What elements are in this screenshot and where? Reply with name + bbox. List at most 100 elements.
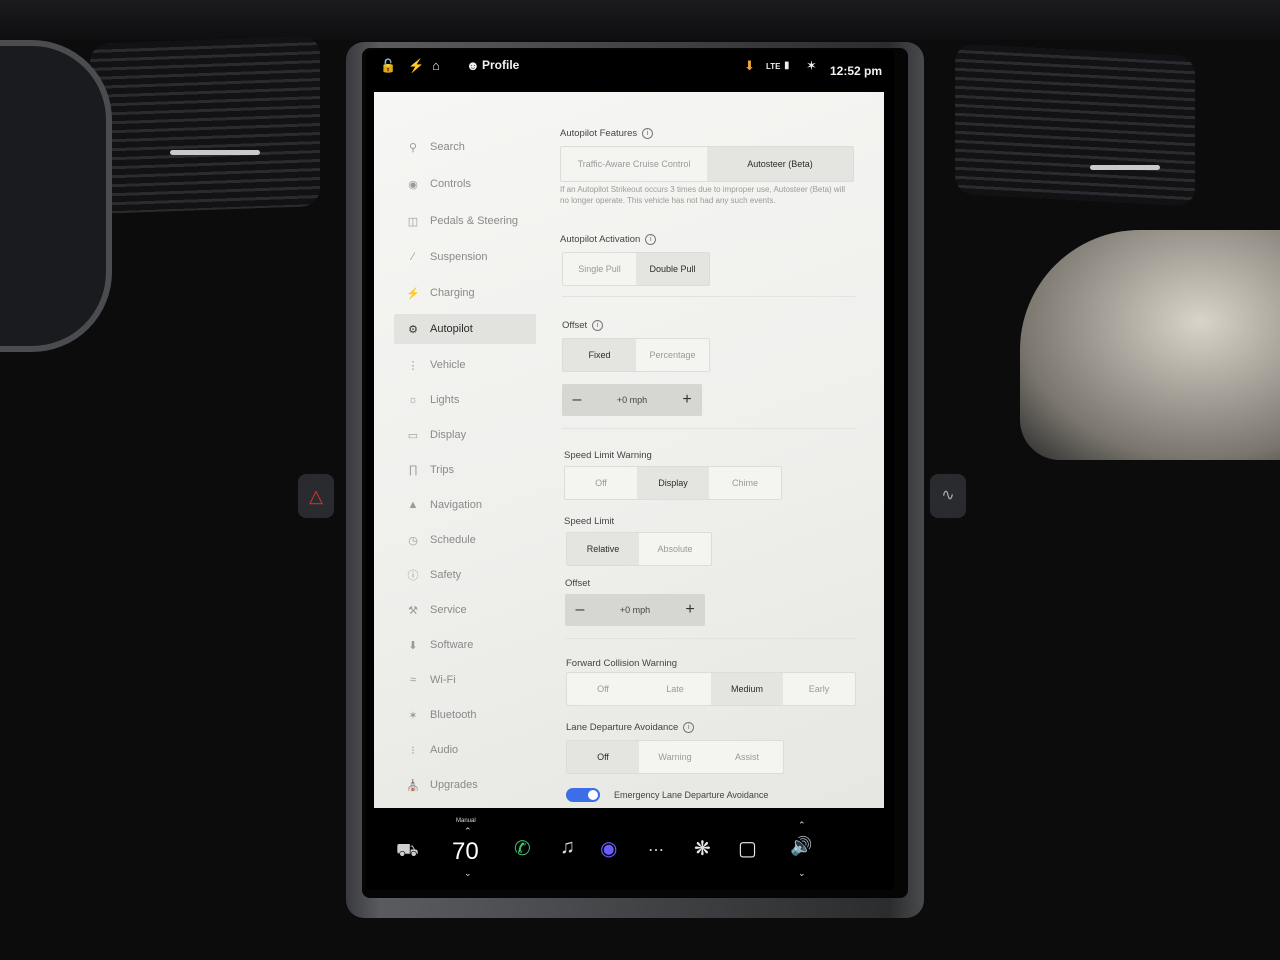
decrement-button[interactable]: – xyxy=(565,601,595,619)
wifi-icon: ≈ xyxy=(409,674,417,686)
sidebar-item-display[interactable]: ▭ Display xyxy=(394,420,536,450)
seat-heater-icon[interactable]: ▢ xyxy=(738,836,757,861)
temp-up-icon[interactable]: ⌃ xyxy=(464,826,472,837)
option-traffic-aware-cruise-control[interactable]: Traffic-Aware Cruise Control xyxy=(561,147,707,181)
option-single-pull[interactable]: Single Pull xyxy=(563,253,636,285)
option-warning[interactable]: Warning xyxy=(639,741,711,773)
autopilot-activation-selector: Single Pull Double Pull xyxy=(562,252,710,286)
divider xyxy=(565,638,857,639)
option-off[interactable]: Off xyxy=(565,467,637,499)
car-icon[interactable]: ⛟ xyxy=(396,840,419,864)
forward-collision-heading: Forward Collision Warning xyxy=(566,658,678,669)
autopilot-features-selector: Traffic-Aware Cruise Control Autosteer (… xyxy=(560,146,854,182)
decrement-button[interactable]: – xyxy=(562,391,592,409)
option-chime[interactable]: Chime xyxy=(709,467,781,499)
offset2-heading: Offset xyxy=(565,578,591,589)
status-bar: 🔓 ⚡ ⌂ ☻ Profile ⬇ LTE ▮ ✶ 12:52 pm xyxy=(366,50,894,90)
sidebar-item-label: Controls xyxy=(430,178,471,190)
option-percentage[interactable]: Percentage xyxy=(636,339,709,371)
camera-icon[interactable]: ◉ xyxy=(600,836,617,861)
sidebar-item-upgrades[interactable]: ⛪ Upgrades xyxy=(394,770,536,800)
fan-icon[interactable]: ❋ xyxy=(694,836,711,861)
increment-button[interactable]: + xyxy=(672,391,702,409)
glovebox-button[interactable]: ∿ xyxy=(930,474,966,518)
offset-heading: Offset i xyxy=(562,320,604,331)
sun-icon: ☼ xyxy=(407,394,419,406)
temp-down-icon[interactable]: ⌄ xyxy=(464,868,472,879)
option-early[interactable]: Early xyxy=(783,673,855,705)
option-off[interactable]: Off xyxy=(567,673,639,705)
info-icon[interactable]: i xyxy=(645,234,657,245)
sidebar-item-vehicle[interactable]: ⋮ Vehicle xyxy=(394,350,536,380)
clock-icon: ◷ xyxy=(408,534,418,547)
increment-button[interactable]: + xyxy=(675,601,705,619)
option-medium[interactable]: Medium xyxy=(711,673,783,705)
info-icon[interactable]: i xyxy=(592,320,604,331)
info-icon[interactable]: i xyxy=(642,128,654,139)
sidebar-item-label: Navigation xyxy=(430,499,482,511)
sidebar-item-suspension[interactable]: ∕ Suspension xyxy=(394,242,536,272)
profile-button[interactable]: Profile xyxy=(482,58,519,72)
sidebar-item-controls[interactable]: ◉ Controls xyxy=(394,169,536,199)
option-late[interactable]: Late xyxy=(639,673,711,705)
sidebar-item-label: Trips xyxy=(430,464,455,476)
offset-value: +0 mph xyxy=(616,395,648,405)
strikeout-note: If an Autopilot Strikeout occurs 3 times… xyxy=(560,185,846,205)
sidebar-item-wifi[interactable]: ≈ Wi-Fi xyxy=(394,665,536,695)
option-absolute[interactable]: Absolute xyxy=(639,533,711,565)
sidebar-item-pedals-steering[interactable]: ◫ Pedals & Steering xyxy=(394,206,536,236)
sidebar-item-service[interactable]: ⚒ Service xyxy=(394,595,536,625)
speed-limit-offset-stepper: – +0 mph + xyxy=(565,594,705,626)
sidebar-item-charging[interactable]: ⚡ Charging xyxy=(394,278,536,308)
option-double-pull[interactable]: Double Pull xyxy=(636,253,709,285)
info-icon[interactable]: i xyxy=(683,722,695,733)
sidebar-item-label: Suspension xyxy=(430,251,488,263)
clock: 12:52 pm xyxy=(829,64,882,78)
option-autosteer-beta[interactable]: Autosteer (Beta) xyxy=(707,147,853,181)
bolt-icon: ⚡ xyxy=(406,287,420,300)
person-icon: ☻ xyxy=(466,58,480,73)
sidebar-item-audio[interactable]: ⁝ Audio xyxy=(394,735,536,765)
apps-icon[interactable]: ⋯ xyxy=(648,840,664,860)
bluetooth-icon[interactable]: ✶ xyxy=(806,58,817,74)
option-fixed[interactable]: Fixed xyxy=(563,339,636,371)
sidebar-item-safety[interactable]: ⓘ Safety xyxy=(394,560,536,590)
section-title: Lane Departure Avoidance xyxy=(566,722,679,734)
bolt-icon[interactable]: ⚡ xyxy=(408,58,424,74)
home-icon[interactable]: ⌂ xyxy=(432,58,440,73)
sidebar-item-lights[interactable]: ☼ Lights xyxy=(394,385,536,415)
volume-up-icon[interactable]: ⌃ xyxy=(798,820,806,831)
sidebar-item-search[interactable]: ⚲ Search xyxy=(394,132,536,162)
bag-icon: ⛪ xyxy=(406,779,420,792)
emergency-lane-toggle[interactable] xyxy=(566,788,600,802)
hazard-button[interactable]: △ xyxy=(298,474,334,518)
lock-icon[interactable]: 🔓 xyxy=(380,58,396,74)
sidebar-item-label: Search xyxy=(430,141,465,153)
sidebar-item-label: Vehicle xyxy=(430,359,466,371)
option-relative[interactable]: Relative xyxy=(567,533,639,565)
speed-limit-heading: Speed Limit xyxy=(564,516,615,527)
sidebar-item-bluetooth[interactable]: ✶ Bluetooth xyxy=(394,700,536,730)
temperature: 70 xyxy=(452,838,479,865)
sidebar-item-label: Charging xyxy=(430,287,475,299)
sidebar-item-trips[interactable]: ∏ Trips xyxy=(394,455,536,485)
music-icon[interactable]: ♫ xyxy=(560,836,575,859)
sidebar-item-autopilot[interactable]: ⚙ Autopilot xyxy=(394,314,536,344)
option-off[interactable]: Off xyxy=(567,741,639,773)
download-icon[interactable]: ⬇ xyxy=(744,58,755,74)
passenger-seat xyxy=(1020,230,1280,460)
emergency-lane-label: Emergency Lane Departure Avoidance xyxy=(614,790,769,800)
sidebar-item-navigation[interactable]: ▲ Navigation xyxy=(394,490,536,520)
volume-icon[interactable]: 🔊 xyxy=(790,836,812,857)
download-icon: ⬇ xyxy=(408,639,418,652)
option-display[interactable]: Display xyxy=(637,467,709,499)
sidebar-item-software[interactable]: ⬇ Software xyxy=(394,630,536,660)
offset-value: +0 mph xyxy=(619,605,651,615)
sidebar-item-schedule[interactable]: ◷ Schedule xyxy=(394,525,536,555)
dashboard-top xyxy=(0,0,1280,40)
section-title: Autopilot Features xyxy=(560,128,638,140)
volume-down-icon[interactable]: ⌄ xyxy=(798,868,806,879)
phone-icon[interactable]: ✆ xyxy=(514,836,531,861)
network-label: LTE xyxy=(766,62,781,71)
option-assist[interactable]: Assist xyxy=(711,741,783,773)
